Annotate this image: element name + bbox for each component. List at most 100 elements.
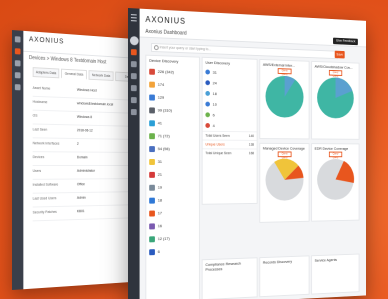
card-title: Service Agents <box>314 257 337 263</box>
row-key: Asset Name <box>32 85 51 91</box>
device-count: 17 <box>157 210 162 216</box>
card-title: Records Discovery <box>262 258 293 265</box>
pie-card: Managed Device Coverage Query Query <box>259 142 310 223</box>
list-item[interactable]: 6 <box>205 109 256 120</box>
list-item[interactable]: 17 <box>149 206 199 220</box>
total-label: Unique Users <box>205 142 225 147</box>
device-count: 226 (342) <box>157 68 174 75</box>
pie-card: AWS/Cloudshadow Cov... Query Query <box>311 60 360 140</box>
esx-icon <box>149 132 155 139</box>
account-button[interactable]: Give Feedback <box>333 37 358 46</box>
alerts-nav-icon[interactable] <box>130 73 137 80</box>
user-count: 24 <box>212 80 217 86</box>
list-item[interactable]: 4 <box>205 120 256 131</box>
duo-icon <box>205 112 210 118</box>
logo: AXONIUS <box>145 14 186 26</box>
row-key: Last Used Users <box>32 196 57 201</box>
tools-nav-icon[interactable] <box>130 97 137 104</box>
user-count: 6 <box>212 112 215 118</box>
device-discovery-card: Device Discovery 226 (342) 174 129 99 (310)… <box>145 54 200 299</box>
device-count: 21 <box>157 171 162 177</box>
list-item[interactable]: 31 <box>149 155 199 168</box>
user-count: 31 <box>212 69 217 75</box>
device-count: 19 <box>157 184 162 190</box>
list-item[interactable]: 19 <box>149 180 199 193</box>
row-key: Installed Software <box>32 182 59 187</box>
crowdstrike-icon <box>149 68 155 75</box>
cisco-icon <box>149 119 155 126</box>
bottom-card: Records Discovery <box>259 255 310 298</box>
device-count: 18 <box>157 197 162 203</box>
device-count: 54 (56) <box>157 146 170 152</box>
list-item[interactable]: 71 (72) <box>149 129 199 142</box>
tab-adapters[interactable]: Adapters Data <box>32 67 60 79</box>
table-row: Security Patches KB01 <box>32 205 140 222</box>
nav-rail <box>128 8 140 299</box>
device-count: 71 (72) <box>157 133 170 139</box>
total-value: 140 <box>248 134 255 139</box>
reports-nav-icon[interactable] <box>130 85 137 92</box>
tab-network[interactable]: Network Data <box>88 70 114 81</box>
list-item[interactable]: 41 <box>149 116 199 129</box>
row-key: Last Seen <box>32 127 48 132</box>
bottom-card: Compliance Research Processes <box>201 257 258 299</box>
tab-general[interactable]: General Data <box>61 68 87 80</box>
list-item[interactable]: 129 <box>149 91 199 105</box>
list-item[interactable]: 54 (56) <box>149 142 199 155</box>
nexpose-icon <box>149 235 155 242</box>
list-item[interactable]: 174 <box>149 78 199 92</box>
user-discovery-card: User Discovery 31 24 18 10 6 4 Total Users Se… <box>201 56 258 205</box>
menu-icon[interactable] <box>14 36 21 43</box>
user-count: 4 <box>212 123 215 129</box>
azure-ad-icon <box>205 101 210 107</box>
row-key: Security Patches <box>32 209 57 215</box>
details-table: Asset Name Windows Host Hostname windows8.… <box>32 82 140 222</box>
device-count: 174 <box>157 81 165 87</box>
pie-chart <box>317 159 355 201</box>
list-item[interactable]: 21 <box>149 168 199 181</box>
list-item[interactable]: 18 <box>149 193 199 207</box>
save-button[interactable]: Save <box>334 50 345 59</box>
users-nav-icon[interactable] <box>14 60 21 67</box>
sccm-icon <box>149 145 155 152</box>
pie-card: AWS/External Inter... Query Query <box>259 58 310 140</box>
nav-rail <box>12 30 24 290</box>
devices-nav-icon[interactable] <box>130 49 137 56</box>
avatar[interactable] <box>129 36 139 46</box>
dashboard-window: AXONIUS Axonius Dashboard Give Feedback … <box>128 8 366 299</box>
users-nav-icon[interactable] <box>130 61 137 68</box>
table-row: Network Interfaces 2 <box>32 138 140 153</box>
pie-slice <box>265 75 304 118</box>
tab-bar: Adapters Data General Data Network Data … <box>32 67 140 83</box>
okta-icon <box>205 80 210 86</box>
total-value: 138 <box>248 142 255 147</box>
user-count: 10 <box>212 101 217 107</box>
carbonblack-icon <box>149 106 155 113</box>
total-label: Total Unique Seen <box>205 151 232 156</box>
slack-icon <box>205 123 210 128</box>
device-count: 99 (310) <box>157 107 172 113</box>
table-row: Devices Domain <box>32 152 140 166</box>
user-count: 18 <box>212 91 217 97</box>
pie-card: EDR Device Coverage Query Query <box>311 143 360 222</box>
aws-icon <box>149 81 155 88</box>
row-key: Users <box>32 168 42 173</box>
total-label: Total Users Seen <box>205 133 230 138</box>
device-count: 129 <box>157 94 165 100</box>
jamf-icon <box>149 184 155 191</box>
settings-nav-icon[interactable] <box>14 84 21 91</box>
list-item[interactable]: 99 (310) <box>149 103 199 117</box>
alerts-nav-icon[interactable] <box>14 72 21 79</box>
devices-nav-icon[interactable] <box>14 48 21 55</box>
pie-slice <box>317 76 354 119</box>
hamburger-icon[interactable] <box>130 14 137 22</box>
settings-nav-icon[interactable] <box>130 109 137 116</box>
breadcrumb: Devices > Windows 8 Testdomain Host <box>28 55 107 66</box>
pie-chart <box>317 76 354 119</box>
card-title: Compliance Research Processes <box>205 260 242 272</box>
row-key: Devices <box>32 155 45 160</box>
list-item[interactable]: 6 <box>149 244 199 258</box>
total-value: 168 <box>248 151 255 156</box>
search-icon <box>153 45 159 51</box>
azure-icon <box>149 93 155 101</box>
